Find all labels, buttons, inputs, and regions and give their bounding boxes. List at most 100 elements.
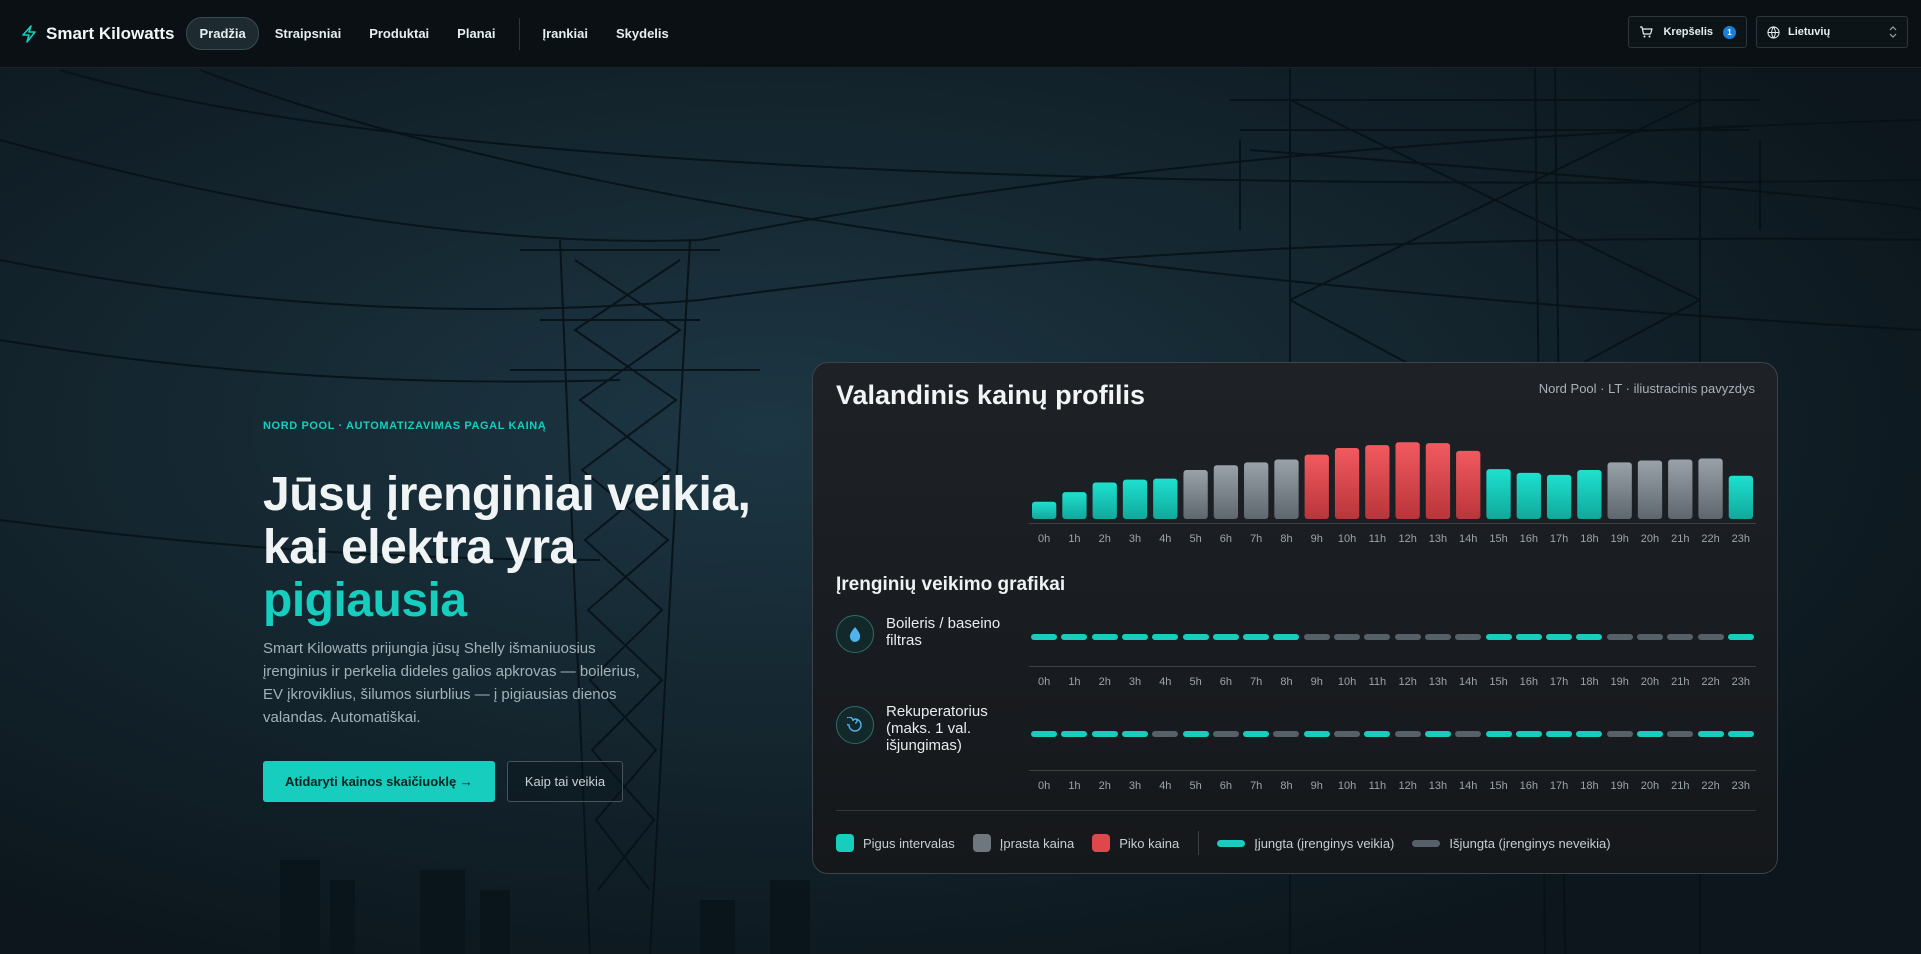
nav-link-planai[interactable]: Planai: [445, 18, 507, 49]
hour-label-23h: 23h: [1731, 676, 1751, 688]
hour-label-8h: 8h: [1280, 780, 1293, 792]
legend-normal: Įprasta kaina: [972, 834, 1074, 852]
hour-label-17h: 17h: [1549, 533, 1569, 545]
legend-swatch-normal: [972, 834, 991, 852]
legend-label-off: Išjungta (įrenginys neveikia): [1449, 835, 1611, 851]
schedule-segment-18h: [1576, 634, 1603, 640]
nav-link-skydelis[interactable]: Skydelis: [604, 18, 681, 49]
open-calculator-button[interactable]: Atidaryti kainos skaičiuoklę →: [263, 761, 495, 802]
hour-label-19h: 19h: [1610, 780, 1629, 792]
price-bar-0h: [1032, 501, 1057, 519]
schedule-segment-5h: [1182, 634, 1209, 640]
language-select[interactable]: Lietuvių: [1756, 16, 1908, 48]
device-label-recuperator: Rekuperatorius (maks. 1 val. išjungimas): [886, 703, 988, 754]
hour-label-18h: 18h: [1580, 533, 1599, 545]
hour-label-17h: 17h: [1549, 780, 1569, 792]
price-bar-22h: [1698, 458, 1723, 519]
schedule-row-boiler: [1029, 634, 1756, 640]
schedule-segment-19h: [1606, 634, 1633, 640]
schedule-segment-8h: [1273, 634, 1300, 640]
schedules-title: Įrenginių veikimo grafikai: [836, 574, 1066, 595]
hour-label-10h: 10h: [1337, 676, 1357, 688]
price-bar-15h: [1486, 469, 1511, 519]
hour-label-19h: 19h: [1610, 533, 1629, 545]
hour-label-13h: 13h: [1428, 780, 1448, 792]
cart-button[interactable]: Krepšelis 1: [1628, 16, 1747, 48]
fan-swirl-icon: [836, 706, 874, 744]
price-bar-12h: [1395, 442, 1420, 519]
hour-label-11h: 11h: [1368, 676, 1387, 688]
hour-label-7h: 7h: [1250, 533, 1263, 545]
hour-label-12h: 12h: [1398, 533, 1417, 545]
price-bar-19h: [1607, 462, 1632, 519]
schedule-segment-12h: [1394, 731, 1421, 737]
hour-label-0h: 0h: [1038, 533, 1051, 545]
hour-label-16h: 16h: [1519, 780, 1538, 792]
brand-name: Smart Kilowatts: [46, 23, 175, 43]
schedule-segment-0h: [1031, 731, 1058, 737]
price-bar-8h: [1274, 459, 1299, 519]
schedule-axis-boiler: [1029, 666, 1756, 667]
schedule-segment-14h: [1455, 731, 1482, 737]
legend-swatch-peak: [1092, 834, 1111, 852]
hour-label-2h: 2h: [1098, 533, 1111, 545]
hour-label-4h: 4h: [1159, 780, 1172, 792]
nav-links: Pradžia Straipsniai Produktai Planai Įra…: [186, 17, 684, 50]
hour-label-13h: 13h: [1428, 676, 1448, 688]
hour-label-7h: 7h: [1250, 780, 1263, 792]
legend-label-peak: Piko kaina: [1119, 835, 1180, 851]
nav-link-produktai[interactable]: Produktai: [357, 18, 441, 49]
schedule-segment-11h: [1364, 731, 1391, 737]
schedule-segment-2h: [1091, 731, 1118, 737]
price-bar-14h: [1456, 450, 1481, 519]
price-bar-3h: [1122, 479, 1148, 519]
nav-link-pradzia[interactable]: Pradžia: [186, 17, 259, 50]
price-bar-10h: [1334, 447, 1360, 519]
hour-label-11h: 11h: [1368, 780, 1387, 792]
top-nav: Smart Kilowatts Pradžia Straipsniai Prod…: [0, 0, 1921, 68]
schedule-segment-18h: [1576, 731, 1603, 737]
nav-link-irankiai[interactable]: Įrankiai: [530, 18, 600, 49]
schedule-segment-4h: [1152, 634, 1179, 640]
schedule-segment-6h: [1212, 731, 1239, 737]
hour-label-23h: 23h: [1731, 780, 1751, 792]
schedule-segment-22h: [1697, 731, 1724, 737]
hour-label-16h: 16h: [1519, 676, 1538, 688]
headline-line-2: kai elektra yra: [263, 521, 576, 574]
schedule-segment-9h: [1303, 731, 1330, 737]
price-hour-axis: 0h 1h 2h 3h 4h 5h 6h 7h 8h 9h 10h 11h 12h 13h 14h 15h 16…: [1029, 533, 1756, 547]
price-bar-4h: [1153, 478, 1178, 519]
hour-label-0h: 0h: [1038, 676, 1051, 688]
schedule-segment-15h: [1485, 634, 1512, 640]
headline-accent: pigiausia: [263, 574, 467, 627]
price-bar-chart: [1032, 442, 1753, 519]
hour-label-9h: 9h: [1310, 533, 1323, 545]
hour-label-13h: 13h: [1428, 533, 1448, 545]
hour-label-19h: 19h: [1610, 676, 1629, 688]
schedule-segment-20h: [1636, 731, 1663, 737]
price-bar-6h: [1213, 465, 1239, 519]
brand[interactable]: Smart Kilowatts: [20, 24, 174, 44]
hour-label-11h: 11h: [1368, 533, 1387, 545]
nav-link-straipsniai[interactable]: Straipsniai: [263, 18, 353, 49]
hero-eyebrow: NORD POOL · AUTOMATIZAVIMAS PAGAL KAINĄ: [263, 420, 547, 432]
hour-label-8h: 8h: [1280, 676, 1293, 688]
schedule-segment-23h: [1727, 634, 1754, 640]
hour-label-15h: 15h: [1489, 533, 1508, 545]
hour-label-4h: 4h: [1159, 676, 1172, 688]
schedule-segment-1h: [1061, 731, 1088, 737]
hour-label-1h: 1h: [1068, 676, 1081, 688]
device-boiler: Boileris / baseino filtras: [836, 615, 1016, 653]
hour-label-3h: 3h: [1128, 780, 1142, 792]
hour-label-20h: 20h: [1640, 676, 1660, 688]
legend-separator: [1198, 831, 1200, 855]
hour-label-0h: 0h: [1038, 780, 1051, 792]
hour-label-20h: 20h: [1640, 533, 1660, 545]
hour-label-15h: 15h: [1489, 676, 1508, 688]
legend-label-cheap: Pigus intervalas: [863, 835, 955, 851]
price-bar-11h: [1365, 445, 1390, 519]
schedule-segment-16h: [1515, 634, 1542, 640]
schedule-segment-21h: [1667, 634, 1694, 640]
schedule-segment-13h: [1424, 634, 1451, 640]
how-it-works-button[interactable]: Kaip tai veikia: [506, 761, 624, 802]
